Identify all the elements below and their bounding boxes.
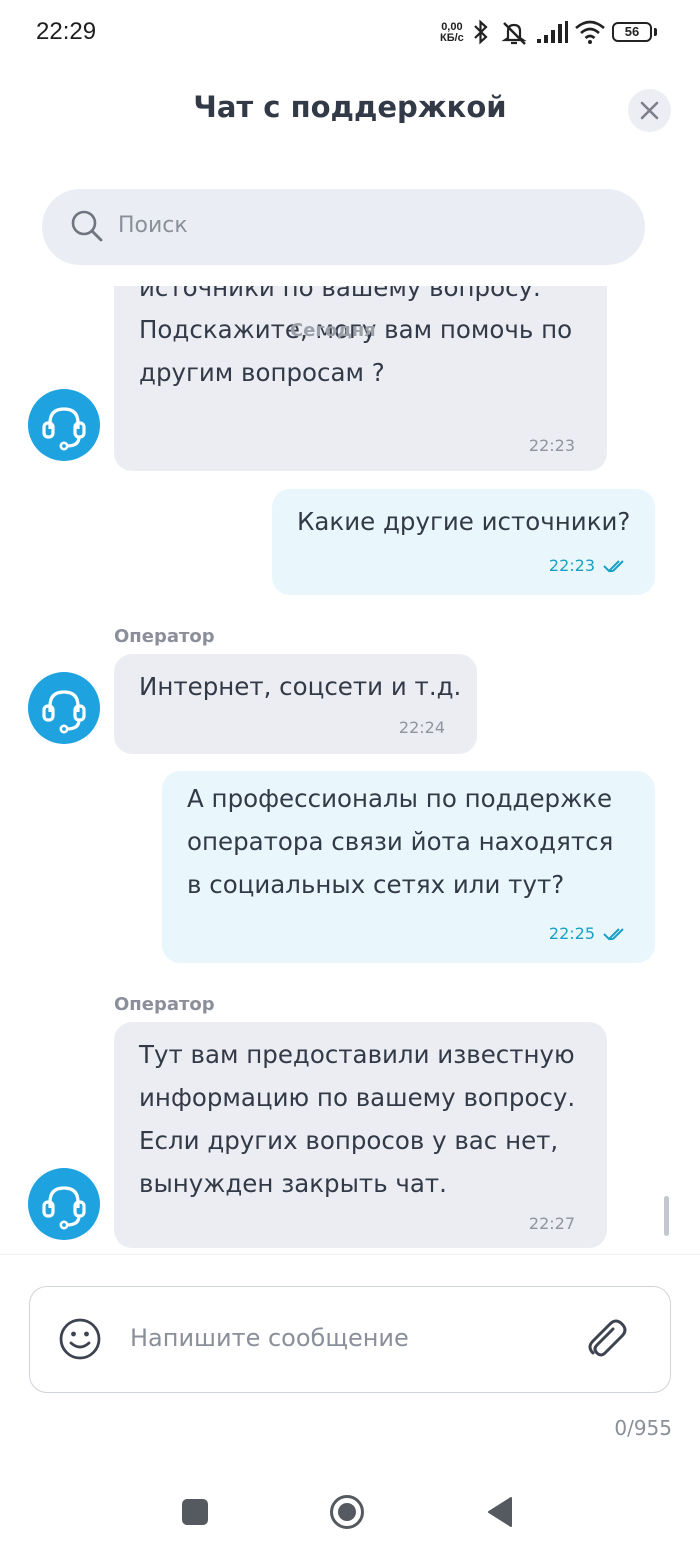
- wifi-icon: [575, 20, 605, 44]
- recent-apps-button[interactable]: [182, 1499, 208, 1525]
- message-line: Тут вам предоставили известную: [139, 1040, 575, 1069]
- character-counter: 0/955: [614, 1416, 672, 1440]
- sender-label: Оператор: [114, 994, 215, 1015]
- message-time: 22:24: [398, 718, 445, 737]
- battery-tip: [654, 28, 657, 36]
- search-icon: [71, 210, 103, 242]
- headset-icon: [42, 407, 86, 451]
- double-check-icon: [603, 560, 624, 573]
- message-line: источники по вашему вопросу.: [139, 286, 541, 302]
- message-line: Интернет, соцсети и т.д.: [139, 672, 462, 701]
- user-message: Какие другие источники? 22:23: [272, 489, 655, 595]
- search-input[interactable]: Поиск: [118, 213, 188, 238]
- paperclip-icon[interactable]: [582, 1315, 630, 1363]
- message-line: Какие другие источники?: [297, 507, 631, 536]
- bluetooth-icon: [474, 19, 488, 45]
- message-input[interactable]: Напишите сообщение: [130, 1324, 409, 1352]
- message-composer[interactable]: Напишите сообщение: [29, 1286, 671, 1393]
- search-bar[interactable]: Поиск: [42, 189, 645, 265]
- message-time: 22:23: [548, 556, 595, 575]
- close-icon: [640, 101, 659, 120]
- headset-icon: [42, 1186, 86, 1230]
- user-message: А профессионалы по поддержке оператора с…: [162, 771, 655, 963]
- back-button[interactable]: [486, 1496, 514, 1528]
- operator-avatar: [28, 389, 100, 461]
- message-line: оператора связи йота находятся: [187, 827, 614, 856]
- message-line: вынужден закрыть чат.: [139, 1169, 447, 1198]
- composer-divider: [0, 1254, 700, 1255]
- page-title: Чат с поддержкой: [193, 90, 507, 124]
- message-time: 22:25: [548, 924, 595, 943]
- headset-icon: [42, 690, 86, 734]
- double-check-icon: [603, 928, 624, 941]
- battery-indicator: 56: [612, 22, 652, 42]
- network-speed: 0,00 КБ/с: [440, 22, 464, 44]
- message-line: другим вопросам ?: [139, 358, 385, 387]
- operator-message: Интернет, соцсети и т.д. 22:24: [114, 654, 477, 754]
- scrollbar-thumb[interactable]: [664, 1196, 669, 1236]
- sender-label: Оператор: [114, 626, 215, 647]
- home-button[interactable]: [329, 1494, 365, 1530]
- operator-message: источники по вашему вопросу. Подскажите,…: [114, 286, 607, 471]
- date-separator: Сегодня: [290, 320, 376, 341]
- status-time: 22:29: [36, 18, 97, 45]
- operator-message: Тут вам предоставили известную информаци…: [114, 1022, 607, 1248]
- message-line: А профессионалы по поддержке: [187, 784, 613, 813]
- network-speed-unit: КБ/с: [440, 32, 464, 44]
- close-button[interactable]: [628, 89, 671, 132]
- smile-icon[interactable]: [58, 1317, 102, 1361]
- operator-avatar: [28, 1168, 100, 1240]
- bell-muted-icon: [501, 22, 527, 45]
- message-line: информацию по вашему вопросу.: [139, 1083, 576, 1112]
- chat-area: источники по вашему вопросу. Подскажите,…: [0, 286, 700, 1254]
- operator-avatar: [28, 672, 100, 744]
- message-time: 22:27: [528, 1214, 575, 1233]
- message-line: в социальных сетях или тут?: [187, 870, 565, 899]
- message-line: Если других вопросов у вас нет,: [139, 1126, 559, 1155]
- message-time: 22:23: [528, 436, 575, 455]
- signal-icon: [537, 21, 568, 43]
